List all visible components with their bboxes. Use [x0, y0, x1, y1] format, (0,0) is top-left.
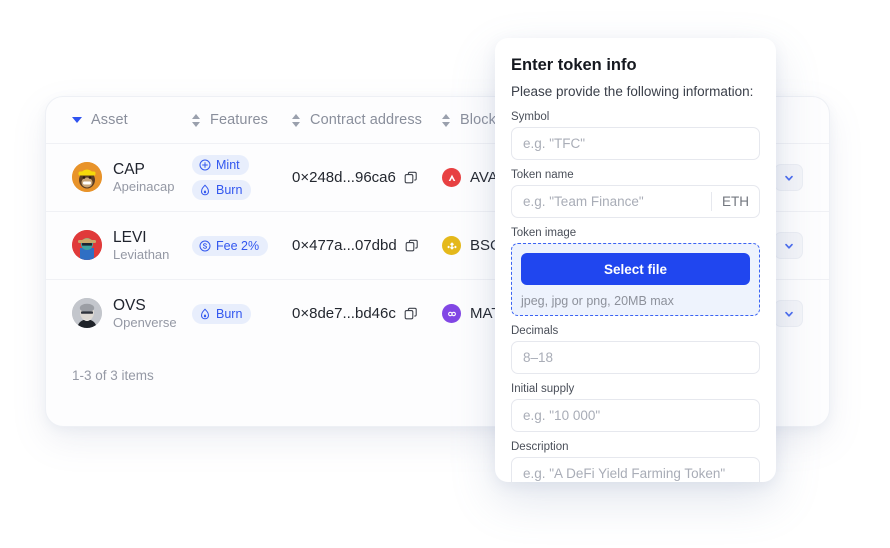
cell-asset: OVS Openverse [72, 297, 192, 331]
flame-icon [201, 308, 209, 319]
asset-name: Openverse [113, 314, 177, 330]
flame-icon [201, 184, 209, 196]
column-header-asset[interactable]: Asset [72, 112, 192, 128]
bsc-icon [442, 236, 461, 255]
field-description: Description [511, 441, 760, 482]
sort-descending-icon [72, 117, 82, 123]
cell-action [774, 232, 803, 259]
initial-supply-input[interactable] [511, 399, 760, 432]
cell-asset: LEVI Leviathan [72, 229, 192, 263]
avatar [72, 298, 102, 329]
field-label-initial-supply: Initial supply [511, 383, 575, 395]
field-symbol: Symbol [511, 111, 760, 160]
upload-hint: jpeg, jpg or png, 20MB max [521, 294, 674, 308]
cell-features: Burn [192, 303, 292, 324]
avax-icon [442, 168, 461, 187]
column-header-features-label: Features [210, 112, 269, 128]
cell-action [774, 164, 803, 191]
token-image-dropzone[interactable]: Select file jpeg, jpg or png, 20MB max [511, 243, 760, 316]
feature-badge-label: Burn [216, 306, 243, 321]
feature-badge-label: Mint [216, 158, 240, 172]
field-label-token-image: Token image [511, 227, 577, 239]
cell-asset: CAP Apeinacap [72, 161, 192, 195]
avatar [72, 230, 102, 261]
token-name-chain-suffix: ETH [711, 192, 760, 211]
feature-badge-mint: Mint [192, 155, 249, 175]
row-expand-button[interactable] [774, 232, 803, 259]
sort-both-icon [192, 113, 201, 127]
asset-name: Leviathan [113, 246, 170, 262]
copy-icon[interactable] [404, 307, 418, 321]
field-token-image: Token image Select file jpeg, jpg or png… [511, 227, 760, 316]
matic-icon [442, 304, 461, 323]
field-decimals: Decimals [511, 325, 760, 374]
cell-features: Mint Burn [192, 155, 292, 200]
symbol-input[interactable] [511, 127, 760, 160]
copy-icon[interactable] [404, 171, 418, 185]
avatar [72, 162, 102, 193]
contract-address-text: 0×8de7...bd46c [292, 305, 396, 322]
feature-badge-burn: Burn [192, 303, 252, 324]
row-expand-button[interactable] [774, 300, 803, 327]
cell-contract-address: 0×8de7...bd46c [292, 305, 442, 322]
modal-subtitle: Please provide the following information… [511, 84, 754, 99]
row-expand-button[interactable] [774, 164, 803, 191]
contract-address-text: 0×477a...07dbd [292, 237, 397, 254]
feature-badge-label: Fee 2% [216, 238, 260, 253]
copy-icon[interactable] [405, 239, 419, 253]
feature-badge-label: Burn [216, 183, 243, 197]
chevron-down-icon [784, 175, 793, 181]
dollar-circle-icon [199, 240, 211, 251]
plus-circle-icon [199, 159, 211, 171]
sort-both-icon [292, 113, 301, 127]
cell-features: Fee 2% [192, 235, 292, 256]
sort-both-icon [442, 113, 451, 127]
field-label-description: Description [511, 441, 569, 453]
contract-address-text: 0×248d...96ca6 [292, 169, 396, 186]
field-label-symbol: Symbol [511, 111, 550, 123]
asset-symbol: OVS [113, 296, 146, 314]
column-header-asset-label: Asset [91, 112, 128, 128]
feature-badge-fee: Fee 2% [192, 235, 269, 256]
field-initial-supply: Initial supply [511, 383, 760, 432]
description-input[interactable] [511, 457, 760, 482]
enter-token-info-modal: Enter token info Please provide the foll… [495, 38, 776, 482]
asset-name: Apeinacap [113, 178, 175, 194]
asset-symbol: CAP [113, 160, 145, 178]
field-label-token-name: Token name [511, 169, 574, 181]
cell-contract-address: 0×248d...96ca6 [292, 169, 442, 186]
column-header-contract-address-label: Contract address [310, 112, 423, 128]
modal-title: Enter token info [511, 56, 637, 74]
feature-badge-burn: Burn [192, 180, 252, 200]
decimals-input[interactable] [511, 341, 760, 374]
field-token-name: Token name ETH [511, 169, 760, 218]
select-file-button[interactable]: Select file [521, 253, 750, 285]
column-header-features[interactable]: Features [192, 112, 292, 128]
field-label-decimals: Decimals [511, 325, 559, 337]
cell-action [774, 300, 803, 327]
column-header-contract-address[interactable]: Contract address [292, 112, 442, 128]
asset-symbol: LEVI [113, 228, 147, 246]
chevron-down-icon [784, 311, 793, 317]
cell-contract-address: 0×477a...07dbd [292, 237, 442, 254]
chevron-down-icon [784, 243, 793, 249]
